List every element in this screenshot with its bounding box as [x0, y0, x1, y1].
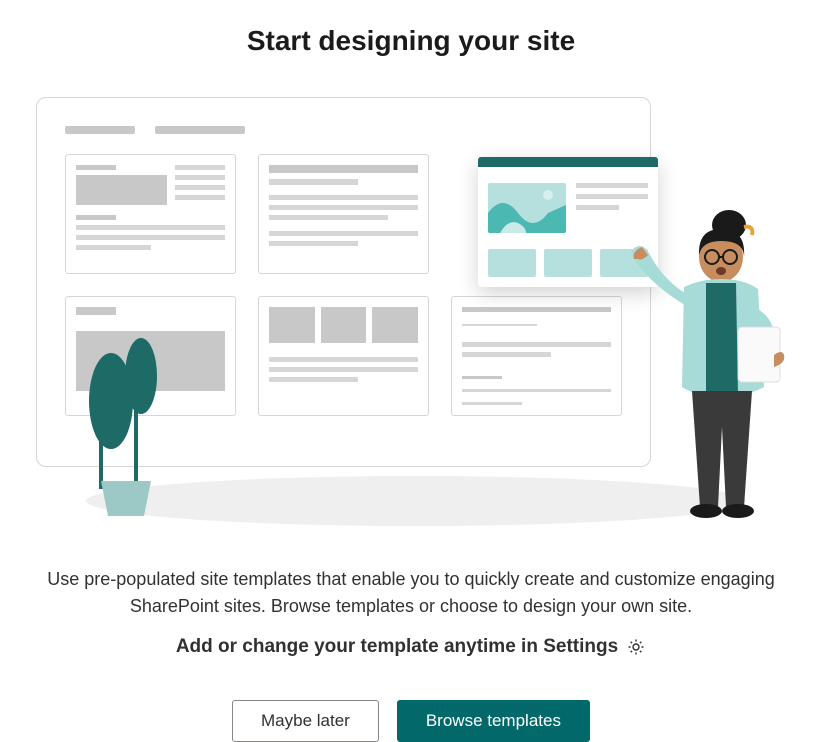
hero-illustration	[36, 97, 786, 501]
template-tile	[65, 154, 236, 274]
header-placeholder	[65, 126, 135, 134]
mountain-icon	[488, 183, 566, 233]
person-illustration	[626, 207, 806, 527]
browse-templates-button[interactable]: Browse templates	[397, 700, 590, 742]
button-row: Maybe later Browse templates	[232, 700, 590, 742]
settings-hint-text: Add or change your template anytime in S…	[176, 636, 618, 658]
template-tile	[451, 296, 622, 416]
gear-icon	[626, 637, 646, 657]
page-title: Start designing your site	[247, 25, 575, 57]
board-header	[65, 126, 622, 134]
description-text: Use pre-populated site templates that en…	[31, 566, 791, 620]
template-tile	[258, 154, 429, 274]
header-placeholder	[155, 126, 245, 134]
maybe-later-button[interactable]: Maybe later	[232, 700, 379, 742]
settings-hint: Add or change your template anytime in S…	[176, 636, 646, 658]
template-tile	[258, 296, 429, 416]
plant-illustration	[66, 321, 186, 521]
